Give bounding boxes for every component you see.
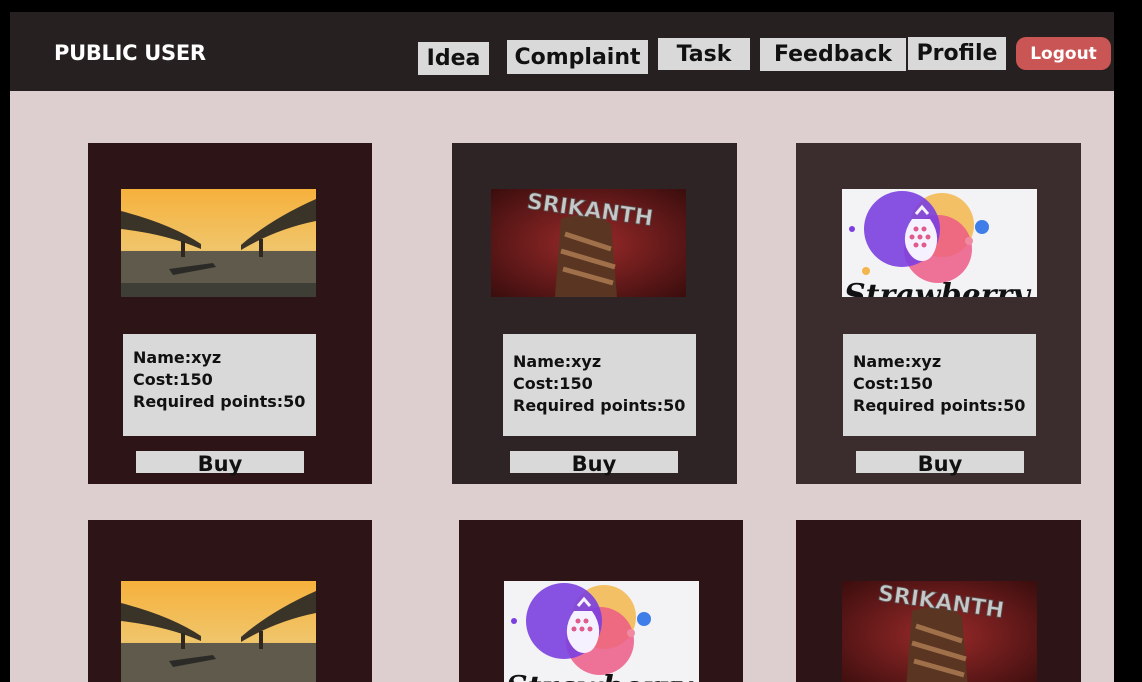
nav-task-button[interactable]: Task bbox=[658, 38, 750, 70]
product-info-box: Name:xyz Cost:150 Required points:50 bbox=[503, 334, 696, 436]
buy-button-label: Buy bbox=[571, 452, 617, 476]
srikanth-logo-image: SRIKANTH bbox=[491, 189, 686, 297]
product-cost: Cost:150 bbox=[133, 370, 213, 389]
buy-button-label: Buy bbox=[917, 452, 963, 476]
product-required-points: Required points:50 bbox=[853, 396, 1026, 415]
nav-profile-button[interactable]: Profile bbox=[908, 37, 1006, 70]
buy-button[interactable]: Buy bbox=[136, 451, 304, 476]
top-navigation-bar: PUBLIC USER Idea Complaint Task Feedback… bbox=[10, 12, 1114, 91]
bridge-photo-image bbox=[121, 189, 316, 297]
product-cost: Cost:150 bbox=[853, 374, 933, 393]
buy-button[interactable]: Buy bbox=[510, 451, 678, 476]
screen-frame: PUBLIC USER Idea Complaint Task Feedback… bbox=[0, 0, 1142, 682]
srikanth-logo-image: SRIKANTH bbox=[842, 581, 1037, 682]
product-required-points: Required points:50 bbox=[133, 392, 306, 411]
product-card bbox=[88, 520, 372, 682]
product-cost: Cost:150 bbox=[513, 374, 593, 393]
strawberry-logo-text: Strawberry bbox=[506, 670, 694, 682]
logout-button[interactable]: Logout bbox=[1016, 37, 1111, 70]
strawberry-logo-text: Strawberry bbox=[844, 278, 1032, 297]
product-info-box: Name:xyz Cost:150 Required points:50 bbox=[123, 334, 316, 436]
bridge-photo-image bbox=[121, 581, 316, 682]
product-card: SRIKANTH Name:xyz Cost:150 Required poin… bbox=[452, 143, 737, 484]
strawberry-logo-image: Strawberry bbox=[504, 581, 699, 682]
app-window: PUBLIC USER Idea Complaint Task Feedback… bbox=[10, 12, 1114, 682]
product-card: Name:xyz Cost:150 Required points:50 Buy bbox=[88, 143, 372, 484]
product-name: Name:xyz bbox=[133, 348, 222, 367]
nav-idea-button[interactable]: Idea bbox=[418, 42, 489, 75]
buy-button[interactable]: Buy bbox=[856, 451, 1024, 476]
product-card: SRIKANTH bbox=[796, 520, 1081, 682]
strawberry-logo-image: Strawberry bbox=[842, 189, 1037, 297]
product-required-points: Required points:50 bbox=[513, 396, 686, 415]
nav-complaint-button[interactable]: Complaint bbox=[507, 40, 648, 74]
buy-button-label: Buy bbox=[197, 452, 243, 476]
product-card: Strawberry Name:xyz Cost:150 Required po… bbox=[796, 143, 1081, 484]
nav-feedback-button[interactable]: Feedback bbox=[760, 38, 906, 71]
user-role-title: PUBLIC USER bbox=[54, 41, 206, 65]
product-name: Name:xyz bbox=[853, 352, 942, 371]
product-card: Strawberry bbox=[459, 520, 743, 682]
product-info-box: Name:xyz Cost:150 Required points:50 bbox=[843, 334, 1036, 436]
product-name: Name:xyz bbox=[513, 352, 602, 371]
